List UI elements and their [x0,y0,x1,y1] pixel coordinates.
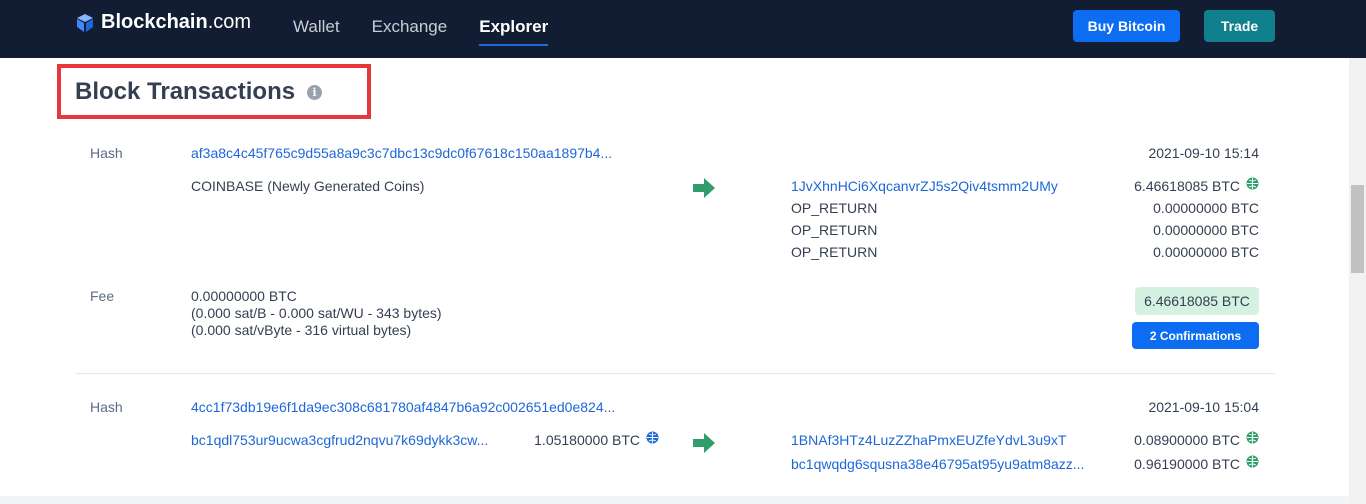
tx1-input-coinbase: COINBASE (Newly Generated Coins) [191,178,425,194]
globe-icon[interactable] [646,431,659,444]
tx2-output-amount-1: 0.08900000 BTC [1134,432,1240,448]
tx1-fee-rate: (0.000 sat/B - 0.000 sat/WU - 343 bytes) [191,305,442,321]
page-title: Block Transactions [75,78,296,105]
nav-wallet[interactable]: Wallet [293,17,340,46]
tx1-output-amount-3: 0.00000000 BTC [1153,222,1259,238]
nav-explorer[interactable]: Explorer [479,17,549,46]
tx2-timestamp: 2021-09-10 15:04 [1148,399,1259,415]
blockchain-logo[interactable]: Blockchain .com [75,11,251,34]
scrollbar-track[interactable] [1349,58,1366,504]
tx2-input-amount: 1.05180000 BTC [534,432,640,448]
tx1-fee-label: Fee [90,288,115,304]
confirmations-button[interactable]: 2 Confirmations [1132,322,1259,349]
buy-bitcoin-button[interactable]: Buy Bitcoin [1073,10,1180,42]
bottom-edge [0,496,1349,504]
tx2-output-address-2[interactable]: bc1qwqdg6squsna38e46795at95yu9atm8azz... [791,456,1084,472]
tx1-output-address-2: OP_RETURN [791,200,878,216]
tx1-output-amount-4: 0.00000000 BTC [1153,244,1259,260]
tx1-fee-vbyte: (0.000 sat/vByte - 316 virtual bytes) [191,322,412,338]
tx1-output-amount-1: 6.46618085 BTC [1134,178,1240,194]
tx1-total-badge: 6.46618085 BTC [1135,287,1259,315]
blockchain-logo-icon [77,13,93,32]
tx1-output-address-1[interactable]: 1JvXhnHCi6XqcanvrZJ5s2Qiv4tsmm2UMy [791,178,1058,194]
logo-brand-text: Blockchain [101,11,208,33]
main-nav: Wallet Exchange Explorer [293,17,580,46]
trade-button[interactable]: Trade [1204,10,1275,42]
tx1-fee-amount: 0.00000000 BTC [191,288,297,304]
nav-exchange[interactable]: Exchange [372,17,448,46]
globe-icon[interactable] [1246,455,1259,468]
tx2-output-amount-2: 0.96190000 BTC [1134,456,1240,472]
tx1-hash-link[interactable]: af3a8c4c45f765c9d55a8a9c3c7dbc13c9dc0f67… [191,145,612,161]
transaction-divider [75,373,1275,374]
tx1-output-amount-2: 0.00000000 BTC [1153,200,1259,216]
arrow-right-icon [693,433,715,453]
tx2-hash-label: Hash [90,399,123,415]
logo-domain-text: .com [207,11,252,33]
globe-icon[interactable] [1246,431,1259,444]
info-icon[interactable]: i [307,85,322,100]
tx1-timestamp: 2021-09-10 15:14 [1148,145,1259,161]
tx1-hash-label: Hash [90,145,123,161]
block-transactions-heading-box: Block Transactions i [57,64,371,119]
tx2-input-address[interactable]: bc1qdl753ur9ucwa3cgfrud2nqvu7k69dykk3cw.… [191,432,488,448]
tx1-output-address-4: OP_RETURN [791,244,878,260]
globe-icon[interactable] [1246,177,1259,190]
arrow-right-icon [693,178,715,198]
scrollbar-thumb[interactable] [1351,185,1364,273]
top-navigation-bar: Blockchain .com Wallet Exchange Explorer … [0,0,1366,58]
tx1-output-address-3: OP_RETURN [791,222,878,238]
tx2-output-address-1[interactable]: 1BNAf3HTz4LuzZZhaPmxEUZfeYdvL3u9xT [791,432,1066,448]
tx2-hash-link[interactable]: 4cc1f73db19e6f1da9ec308c681780af4847b6a9… [191,399,615,415]
